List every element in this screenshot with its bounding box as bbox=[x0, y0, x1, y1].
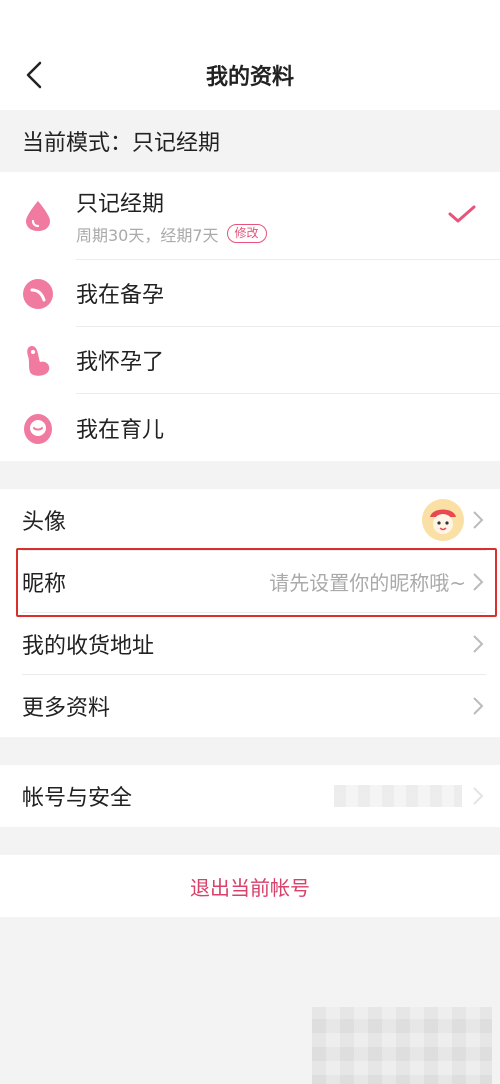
current-mode-bar: 当前模式：只记经期 bbox=[0, 110, 500, 172]
chevron-right-icon bbox=[472, 696, 486, 716]
logout-button[interactable]: 退出当前帐号 bbox=[0, 855, 500, 917]
mode-label: 只记经期 bbox=[76, 191, 165, 217]
page-title: 我的资料 bbox=[205, 65, 294, 90]
account-security-label: 帐号与安全 bbox=[22, 786, 133, 811]
status-bar-space bbox=[0, 0, 500, 40]
avatar-label: 头像 bbox=[22, 509, 67, 535]
cycle-info: 周期30天，经期7天 bbox=[76, 225, 219, 245]
nav-header: 我的资料 bbox=[0, 40, 500, 110]
address-row[interactable]: 我的收货地址 bbox=[0, 613, 500, 675]
address-label: 我的收货地址 bbox=[22, 633, 155, 659]
mode-item-pregnant[interactable]: 我怀孕了 bbox=[0, 327, 500, 394]
nickname-placeholder: 请先设置你的昵称哦~ bbox=[269, 571, 466, 595]
mode-sub: 周期30天，经期7天 修改 bbox=[76, 222, 500, 246]
current-mode-label: 当前模式：只记经期 bbox=[22, 131, 221, 156]
mode-item-trying[interactable]: 我在备孕 bbox=[0, 260, 500, 327]
back-button[interactable] bbox=[14, 40, 54, 110]
chevron-right-icon bbox=[472, 634, 486, 654]
section-gap bbox=[0, 737, 500, 765]
account-security-row[interactable]: 帐号与安全 bbox=[0, 765, 500, 827]
more-info-row[interactable]: 更多资料 bbox=[0, 675, 500, 737]
mode-label: 我怀孕了 bbox=[76, 350, 165, 375]
chevron-right-icon bbox=[472, 786, 486, 806]
mode-label: 我在育儿 bbox=[76, 417, 165, 443]
chevron-right-icon bbox=[472, 510, 486, 530]
mode-list: 只记经期 周期30天，经期7天 修改 我在备孕 我怀孕了 我在育儿 bbox=[0, 172, 500, 461]
more-info-label: 更多资料 bbox=[22, 696, 111, 721]
nickname-label: 昵称 bbox=[22, 571, 67, 597]
section-gap bbox=[0, 827, 500, 855]
avatar-row[interactable]: 头像 bbox=[0, 489, 500, 551]
section-gap bbox=[0, 461, 500, 489]
edit-badge[interactable]: 修改 bbox=[226, 224, 267, 243]
mode-item-period[interactable]: 只记经期 周期30天，经期7天 修改 bbox=[0, 172, 500, 260]
logout-label: 退出当前帐号 bbox=[190, 875, 310, 900]
chevron-right-icon bbox=[472, 572, 486, 592]
check-icon bbox=[448, 204, 476, 228]
chevron-left-icon bbox=[26, 61, 42, 89]
pregnant-icon bbox=[0, 344, 76, 378]
pixelated-watermark bbox=[312, 1007, 492, 1084]
nickname-row[interactable]: 昵称 请先设置你的昵称哦~ bbox=[0, 551, 500, 613]
egg-icon bbox=[0, 278, 76, 310]
avatar bbox=[422, 498, 464, 541]
mode-item-parenting[interactable]: 我在育儿 bbox=[0, 394, 500, 461]
drop-icon bbox=[0, 199, 76, 233]
blurred-account-value bbox=[334, 785, 462, 807]
mode-label: 我在备孕 bbox=[76, 283, 165, 308]
bottom-area bbox=[0, 917, 500, 1084]
baby-icon bbox=[0, 411, 76, 445]
